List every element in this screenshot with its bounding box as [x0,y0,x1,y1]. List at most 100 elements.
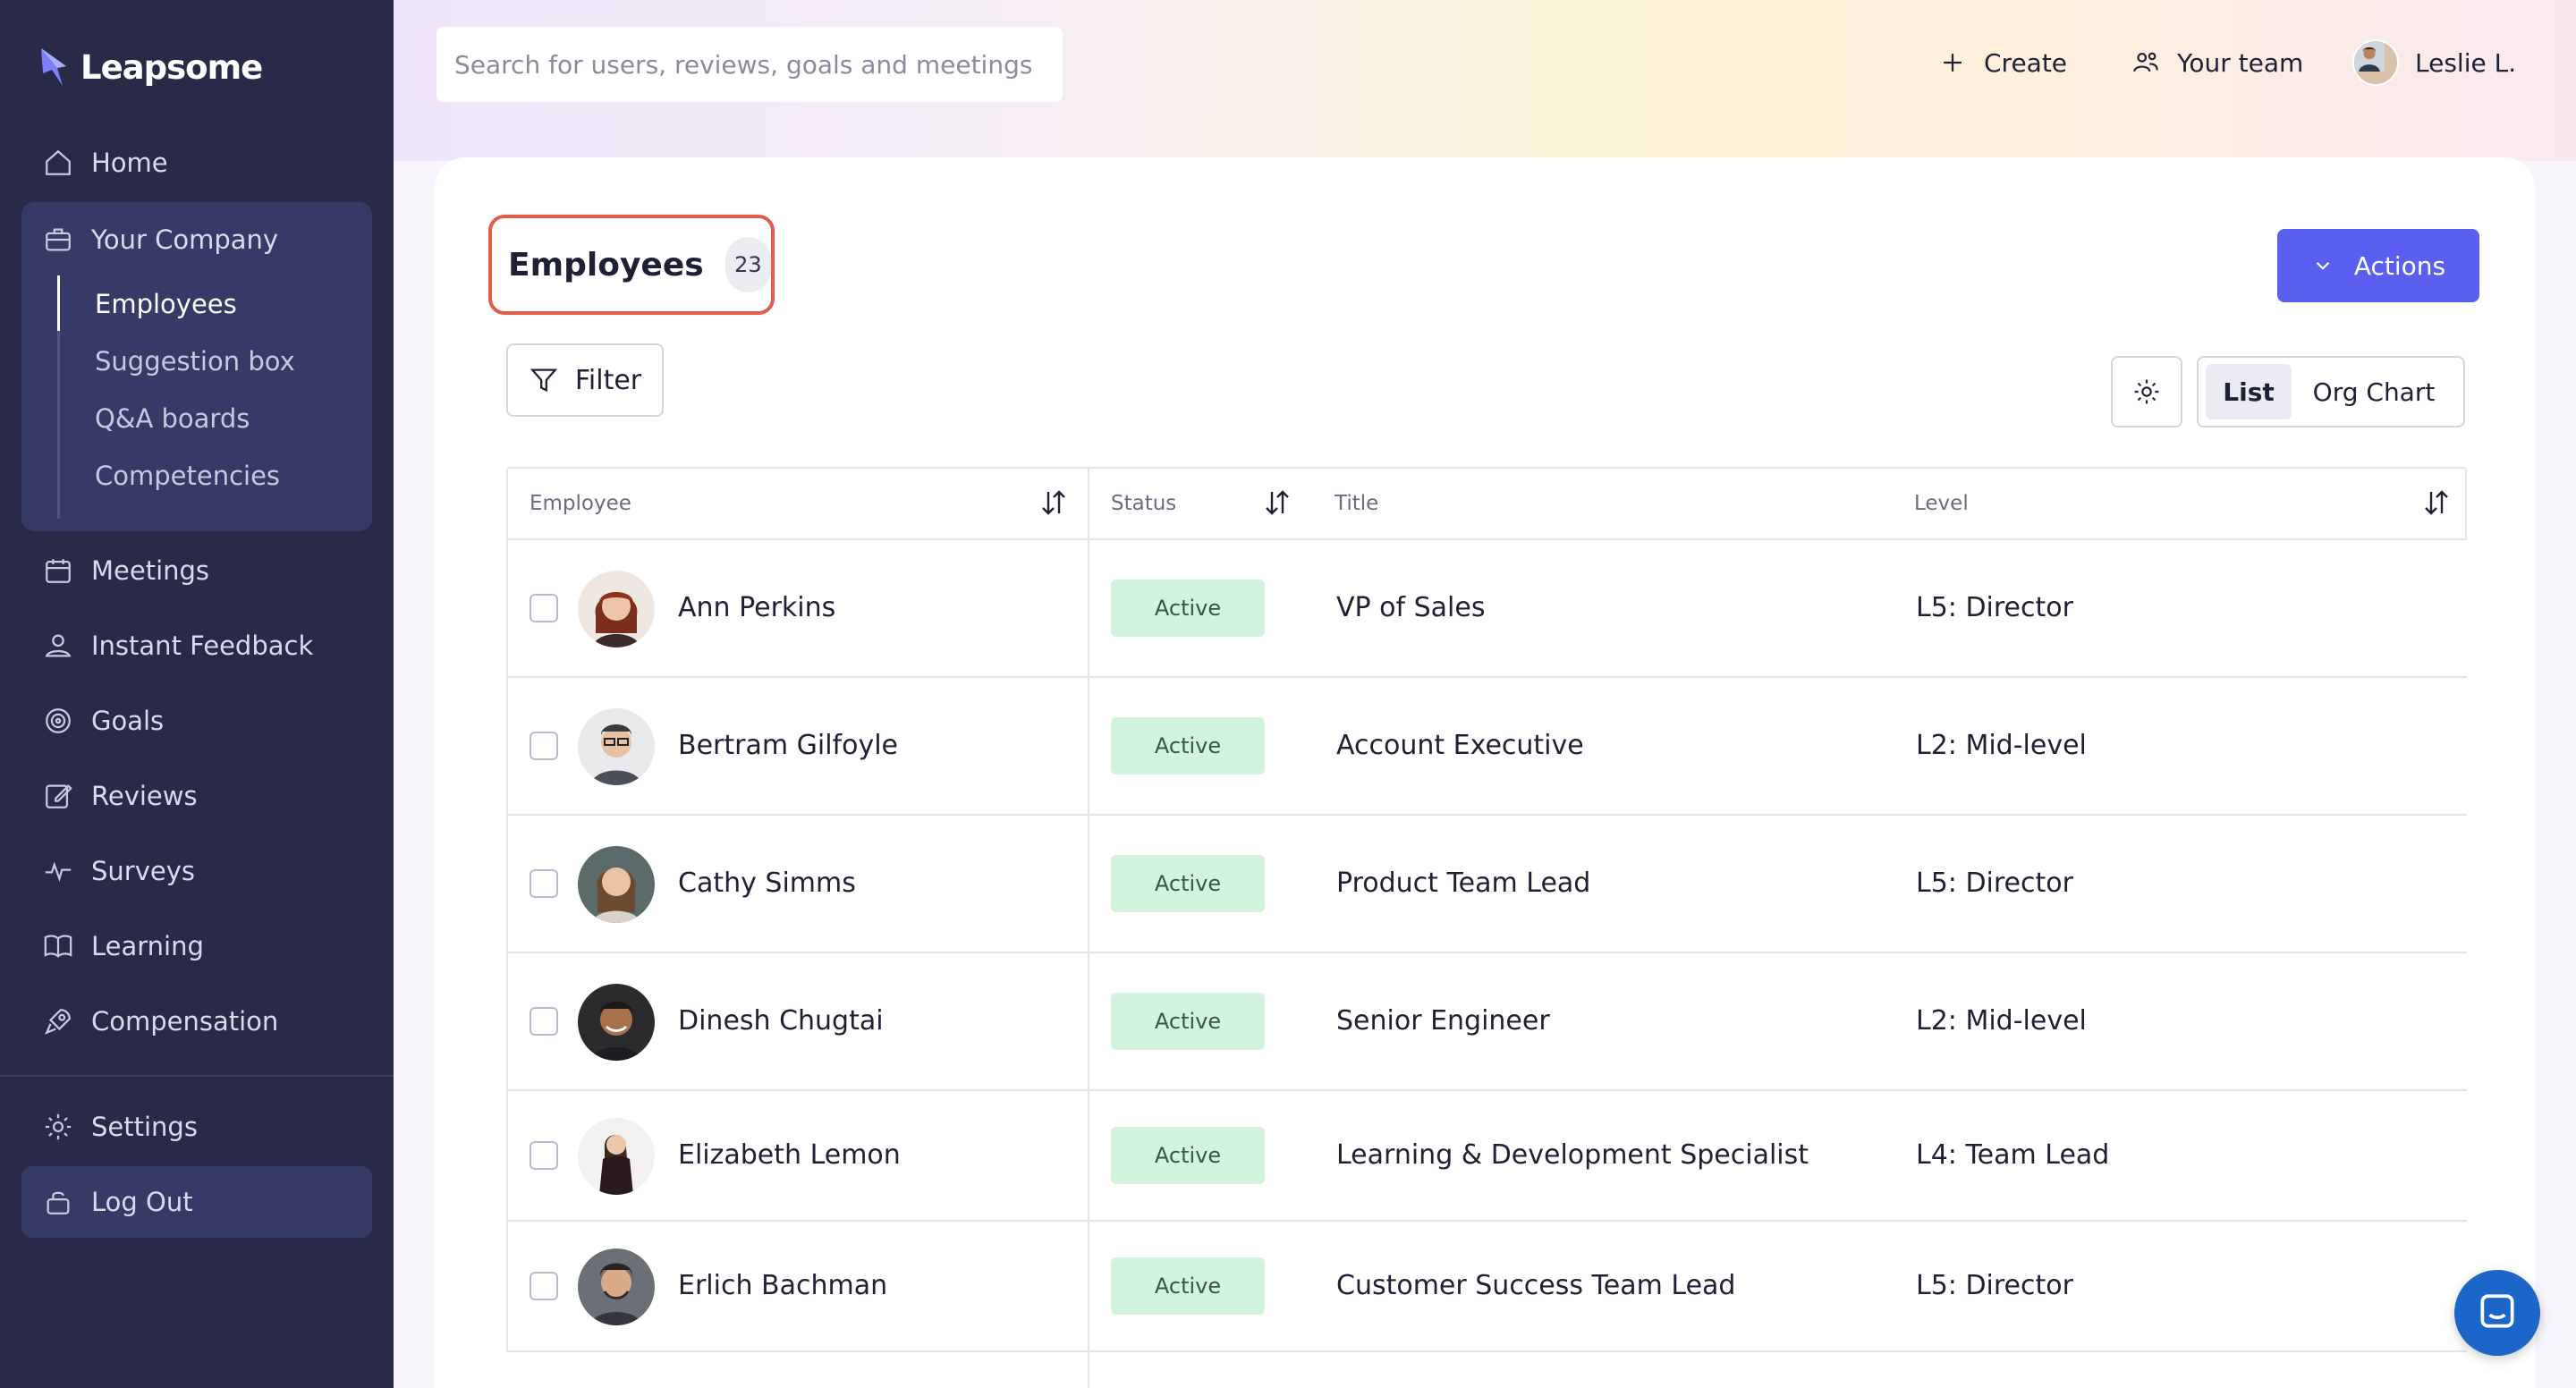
actions-button[interactable]: Actions [2277,229,2479,302]
status-badge: Active [1111,1127,1265,1184]
employees-card: Employees 23 Actions Filter List Org Cha… [435,157,2535,1388]
view-org-chart-button[interactable]: Org Chart [2292,364,2456,419]
chat-icon [2480,1294,2514,1328]
table-row[interactable]: Dinesh Chugtai Active Senior Engineer L2… [506,953,2467,1091]
sort-icon[interactable] [1261,487,1293,519]
sort-icon[interactable] [1038,487,1070,519]
filter-button[interactable]: Filter [506,343,664,417]
table-row[interactable]: Bertram Gilfoyle Active Account Executiv… [506,678,2467,816]
avatar [578,1118,655,1195]
employee-title: Account Executive [1336,730,1584,761]
sidebar-item-label: Goals [91,706,165,736]
sidebar-subitem-competencies[interactable]: Competencies [95,451,280,501]
status-badge: Active [1111,580,1265,637]
sidebar-item-instant-feedback[interactable]: Instant Feedback [21,614,372,678]
sidebar-item-learning[interactable]: Learning [21,914,372,978]
employees-table: Employee Status Title Level Ann Perkins … [506,467,2467,1388]
row-checkbox[interactable] [530,1007,558,1036]
status-badge: Active [1111,1257,1265,1315]
sort-icon[interactable] [2420,487,2453,519]
employee-name[interactable]: Dinesh Chugtai [678,1005,884,1037]
sidebar-item-compensation[interactable]: Compensation [21,989,372,1054]
row-checkbox[interactable] [530,732,558,760]
sidebar-item-label: Instant Feedback [91,631,314,661]
sidebar-item-label: Compensation [91,1006,279,1037]
employee-level: L2: Mid-level [1916,1005,2087,1037]
gear-icon [2134,379,2159,404]
sidebar-item-meetings[interactable]: Meetings [21,538,372,603]
employee-name[interactable]: Elizabeth Lemon [678,1139,901,1171]
row-checkbox[interactable] [530,1141,558,1170]
team-icon [2133,52,2158,72]
row-checkbox[interactable] [530,1272,558,1300]
sidebar-item-label: Settings [91,1112,198,1142]
search-box[interactable] [436,27,1063,102]
employee-title: Learning & Development Specialist [1336,1139,1809,1171]
pulse-icon [45,861,72,883]
table-row[interactable]: Elizabeth Lemon Active Learning & Develo… [506,1091,2467,1222]
column-header-employee[interactable]: Employee [530,469,631,538]
sidebar-item-home[interactable]: Home [21,131,372,195]
your-team-button[interactable]: Your team [2131,36,2303,89]
employee-name[interactable]: Bertram Gilfoyle [678,730,898,761]
view-list-button[interactable]: List [2206,364,2292,419]
employee-name[interactable]: Cathy Simms [678,868,856,899]
sidebar-subitem-employees[interactable]: Employees [95,279,237,329]
employee-title: Product Team Lead [1336,868,1591,899]
lock-icon [47,1191,70,1214]
avatar [578,984,655,1061]
chat-launcher-button[interactable] [2454,1270,2540,1356]
employee-name[interactable]: Erlich Bachman [678,1270,887,1301]
user-menu[interactable]: Leslie L. [2352,36,2516,89]
sidebar-item-label: Home [91,148,168,178]
row-checkbox[interactable] [530,869,558,898]
sidebar-item-surveys[interactable]: Surveys [21,839,372,903]
logout-button[interactable]: Log Out [21,1166,372,1238]
briefcase-icon [46,228,71,251]
search-input[interactable] [454,49,1063,80]
table-row[interactable]: Ann Perkins Active VP of Sales L5: Direc… [506,540,2467,678]
subnav-active-indicator [57,275,60,331]
sidebar-item-label: Surveys [91,856,195,886]
filter-icon [530,368,558,393]
table-row[interactable]: Erlich Bachman Active Customer Success T… [506,1222,2467,1352]
chevron-down-icon [2316,261,2330,270]
your-team-label: Your team [2177,47,2304,78]
employee-title: VP of Sales [1336,592,1486,623]
avatar [578,571,655,647]
sidebar-item-your-company[interactable]: Your Company [43,211,278,268]
table-header: Employee Status Title Level [506,467,2467,540]
sidebar-item-settings[interactable]: Settings [21,1095,372,1159]
create-label: Create [1984,47,2068,78]
column-header-status[interactable]: Status [1111,469,1176,538]
top-bar: Create Your team Leslie L. [394,0,2576,161]
status-badge: Active [1111,855,1265,912]
column-header-title[interactable]: Title [1335,469,1378,538]
employee-level: L4: Team Lead [1916,1139,2110,1171]
user-name: Leslie L. [2415,47,2517,78]
book-icon [44,935,72,958]
user-avatar-icon [2354,41,2385,72]
leapsome-logo-icon [41,48,66,86]
gear-icon [45,1113,72,1140]
row-checkbox[interactable] [530,594,558,622]
create-button[interactable]: Create [1937,36,2067,89]
employee-title: Customer Success Team Lead [1336,1270,1736,1301]
avatar [578,708,655,785]
sidebar-subitem-suggestion-box[interactable]: Suggestion box [95,336,295,386]
leapsome-logo[interactable]: Leapsome [39,45,263,89]
status-badge: Active [1111,717,1265,774]
sidebar-group-your-company: Your Company Employees Suggestion box Q&… [21,202,372,531]
employee-name[interactable]: Ann Perkins [678,592,835,623]
sidebar-item-label: Reviews [91,781,198,811]
sidebar-subitem-qa-boards[interactable]: Q&A boards [95,394,250,444]
table-settings-button[interactable] [2111,356,2182,427]
sidebar: Leapsome Home Your Company Employees Sug… [0,0,394,1388]
column-header-level[interactable]: Level [1914,469,1969,538]
table-row[interactable]: Cathy Simms Active Product Team Lead L5:… [506,816,2467,953]
employee-title: Senior Engineer [1336,1005,1550,1037]
employee-level: L2: Mid-level [1916,730,2087,761]
view-toggle: List Org Chart [2197,356,2465,427]
sidebar-item-reviews[interactable]: Reviews [21,764,372,828]
sidebar-item-goals[interactable]: Goals [21,689,372,753]
